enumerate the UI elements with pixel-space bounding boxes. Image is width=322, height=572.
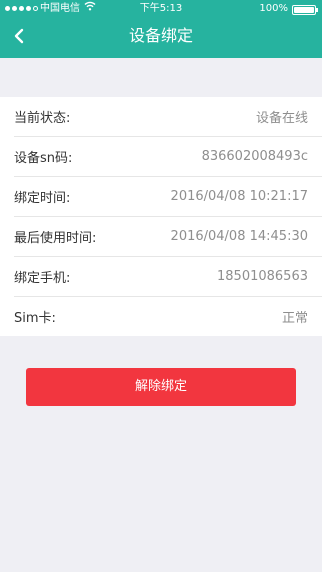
- status-row: 当前状态: 设备在线: [14, 97, 322, 137]
- page-title: 设备绑定: [128, 26, 193, 45]
- unbind-button[interactable]: 解除绑定: [26, 368, 296, 406]
- row-value: 2016/04/08 14:45:30: [170, 229, 308, 244]
- row-label: 当前状态:: [14, 111, 71, 126]
- row-label: Sim卡:: [14, 311, 56, 326]
- battery-percent: 100%: [259, 3, 288, 14]
- row-value: 设备在线: [255, 111, 308, 126]
- nav-bar: 设备绑定: [0, 18, 322, 58]
- battery-icon: [292, 5, 318, 15]
- row-label: 绑定时间:: [14, 191, 71, 206]
- status-bar: 中国电信 下午5:13 100%: [0, 0, 322, 18]
- row-label: 设备sn码:: [14, 151, 73, 166]
- row-value: 2016/04/08 10:21:17: [170, 189, 308, 204]
- row-value: 18501086563: [217, 269, 308, 284]
- sim-row: Sim卡: 正常: [14, 297, 322, 336]
- phone-row: 绑定手机: 18501086563: [14, 257, 322, 297]
- row-label: 最后使用时间:: [14, 231, 97, 246]
- bind-time-row: 绑定时间: 2016/04/08 10:21:17: [14, 177, 322, 217]
- device-info-list: 当前状态: 设备在线 设备sn码: 836602008493c 绑定时间: 20…: [0, 97, 322, 336]
- row-value: 正常: [281, 311, 308, 326]
- row-label: 绑定手机:: [14, 271, 71, 286]
- row-value: 836602008493c: [201, 149, 308, 164]
- last-used-row: 最后使用时间: 2016/04/08 14:45:30: [14, 217, 322, 257]
- header: 中国电信 下午5:13 100% 设备绑定: [0, 0, 322, 58]
- serial-row: 设备sn码: 836602008493c: [14, 137, 322, 177]
